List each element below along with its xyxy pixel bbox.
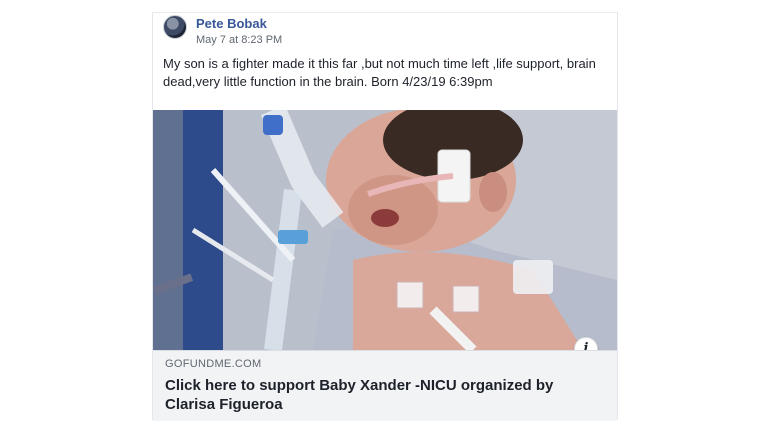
post-text: My son is a fighter made it this far ,bu…	[163, 56, 596, 89]
author-name[interactable]: Pete Bobak	[196, 16, 267, 31]
link-title[interactable]: Click here to support Baby Xander -NICU …	[165, 376, 585, 414]
post-header: Pete Bobak May 7 at 8:23 PM	[163, 15, 603, 51]
link-preview[interactable]: GOFUNDME.COM Click here to support Baby …	[153, 350, 617, 421]
link-preview-image[interactable]	[153, 110, 617, 350]
facebook-post: Pete Bobak May 7 at 8:23 PM My son is a …	[152, 12, 618, 421]
avatar[interactable]	[163, 15, 187, 39]
post-timestamp[interactable]: May 7 at 8:23 PM	[196, 34, 282, 46]
link-domain: GOFUNDME.COM	[165, 358, 262, 370]
